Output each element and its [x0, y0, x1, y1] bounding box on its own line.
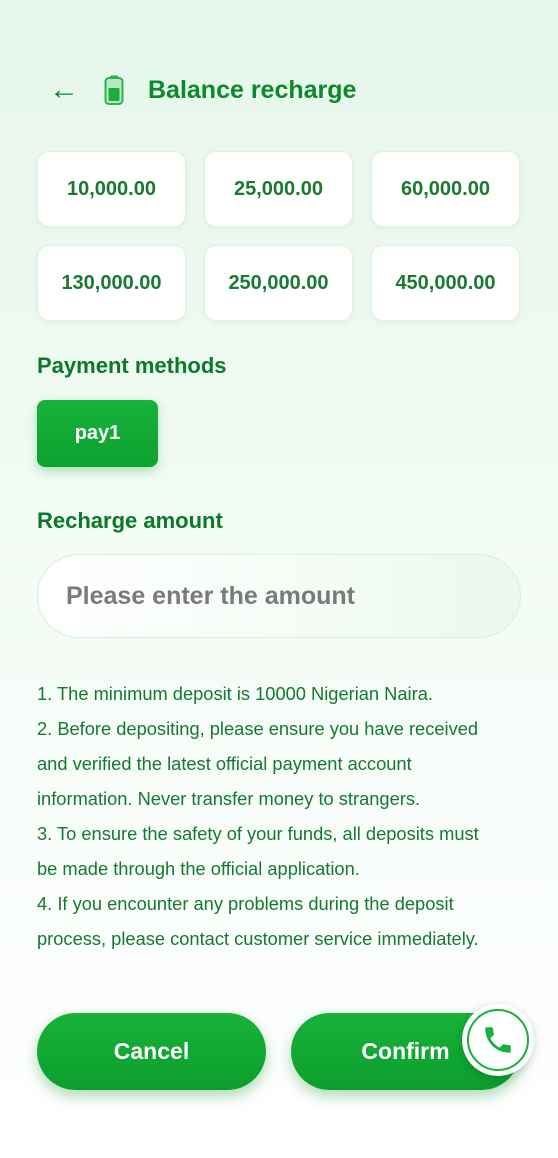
amount-option[interactable]: 250,000.00 — [204, 245, 353, 321]
amount-options: 10,000.00 25,000.00 60,000.00 130,000.00… — [37, 151, 521, 321]
amount-option[interactable]: 130,000.00 — [37, 245, 186, 321]
phone-icon — [467, 1009, 529, 1071]
note-line: process, please contact customer service… — [37, 928, 479, 949]
header: ← Balance recharge — [44, 68, 538, 112]
note-line: 1. The minimum deposit is 10000 Nigerian… — [37, 683, 433, 704]
note-line: and verified the latest official payment… — [37, 753, 412, 774]
amount-option[interactable]: 60,000.00 — [371, 151, 520, 227]
cancel-button[interactable]: Cancel — [37, 1013, 266, 1090]
page-title: Balance recharge — [148, 75, 357, 104]
battery-icon — [104, 75, 124, 105]
amount-option[interactable]: 10,000.00 — [37, 151, 186, 227]
amount-option[interactable]: 450,000.00 — [371, 245, 520, 321]
payment-methods-label: Payment methods — [37, 353, 227, 378]
deposit-notes: 1. The minimum deposit is 10000 Nigerian… — [37, 676, 527, 956]
note-line: information. Never transfer money to str… — [37, 788, 421, 809]
note-line: 2. Before depositing, please ensure you … — [37, 718, 479, 739]
payment-method-pay1[interactable]: pay1 — [37, 400, 158, 467]
note-line: 4. If you encounter any problems during … — [37, 893, 454, 914]
arrow-left-icon[interactable]: ← — [44, 70, 84, 110]
note-line: 3. To ensure the safety of your funds, a… — [37, 823, 479, 844]
customer-service-button[interactable] — [462, 1004, 534, 1076]
amount-option[interactable]: 25,000.00 — [204, 151, 353, 227]
amount-input[interactable] — [37, 554, 521, 638]
note-line: be made through the official application… — [37, 858, 360, 879]
recharge-amount-label: Recharge amount — [37, 508, 223, 533]
